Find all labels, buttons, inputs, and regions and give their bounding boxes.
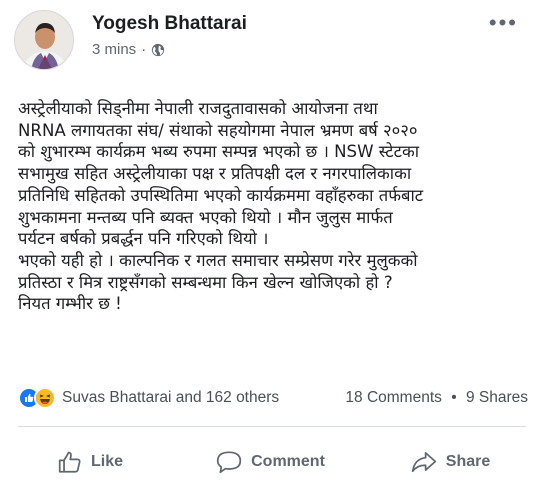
post-text-line: अस्ट्रेलीयाको सिड्नीमा नेपाली राजदुतावास…: [18, 99, 378, 118]
post-text-line: प्रतिनिधि सहितको उपस्थितिमा भएको कार्यक्…: [18, 185, 424, 205]
engagement-stats: 18 Comments • 9 Shares: [345, 389, 528, 407]
author-name[interactable]: Yogesh Bhattarai: [92, 13, 247, 35]
comment-button[interactable]: Comment: [180, 440, 360, 484]
like-button[interactable]: Like: [0, 440, 180, 484]
share-button[interactable]: Share: [360, 440, 540, 484]
post-text-line: पर्यटन बर्षको प्रबर्द्धन पनि गरिएको थियो…: [18, 229, 269, 249]
post-text-line: को शुभारम्भ कार्यक्रम भब्य रुपमा सम्पन्न…: [18, 142, 419, 162]
action-bar: Like Comment Share: [0, 440, 540, 484]
avatar-photo: [15, 11, 73, 69]
post-timestamp[interactable]: 3 mins: [92, 41, 136, 58]
share-arrow-icon: [411, 451, 436, 473]
post-text-line: नियत गम्भीर छ !: [18, 294, 122, 314]
stats-separator: •: [451, 389, 457, 406]
reactors-summary[interactable]: Suvas Bhattarai and 162 others: [62, 389, 279, 407]
post-body: अस्ट्रेलीयाको सिड्नीमा नेपाली राजदुतावास…: [18, 98, 533, 315]
post-text-line: शुभकामना मन्तब्य पनि ब्यक्त भएको थियो । …: [18, 207, 393, 227]
haha-reaction-icon: [34, 387, 56, 409]
post-text-line: भएको यही हो । काल्पनिक र गलत समाचार सम्प…: [18, 250, 418, 270]
comment-label: Comment: [251, 453, 325, 470]
post-meta: 3 mins ·: [92, 41, 165, 58]
reaction-icons[interactable]: [18, 387, 56, 409]
shares-count[interactable]: 9 Shares: [466, 389, 528, 406]
meta-separator: ·: [141, 41, 147, 58]
share-label: Share: [445, 453, 491, 470]
like-label: Like: [90, 453, 123, 470]
thumbs-up-icon: [58, 451, 81, 473]
comments-count[interactable]: 18 Comments: [345, 389, 441, 406]
reactions-bar: Suvas Bhattarai and 162 others 18 Commen…: [18, 386, 528, 410]
post-text-line: सभामुख सहित अस्ट्रेलीयाका पक्ष र प्रतिपक…: [18, 164, 412, 184]
more-options-icon[interactable]: •••: [489, 12, 518, 34]
comment-bubble-icon: [216, 451, 242, 474]
globe-icon[interactable]: [151, 43, 165, 57]
post-text-line: NRNA लगायतका संघ/ संथाको सहयोगमा नेपाल भ…: [18, 120, 418, 140]
post-text-line: प्रतिस्ठा र मित्र राष्ट्रसँगको सम्बन्धमा…: [18, 272, 393, 292]
divider: [18, 426, 526, 427]
avatar[interactable]: [14, 10, 74, 70]
post-header: Yogesh Bhattarai 3 mins · •••: [0, 0, 540, 80]
